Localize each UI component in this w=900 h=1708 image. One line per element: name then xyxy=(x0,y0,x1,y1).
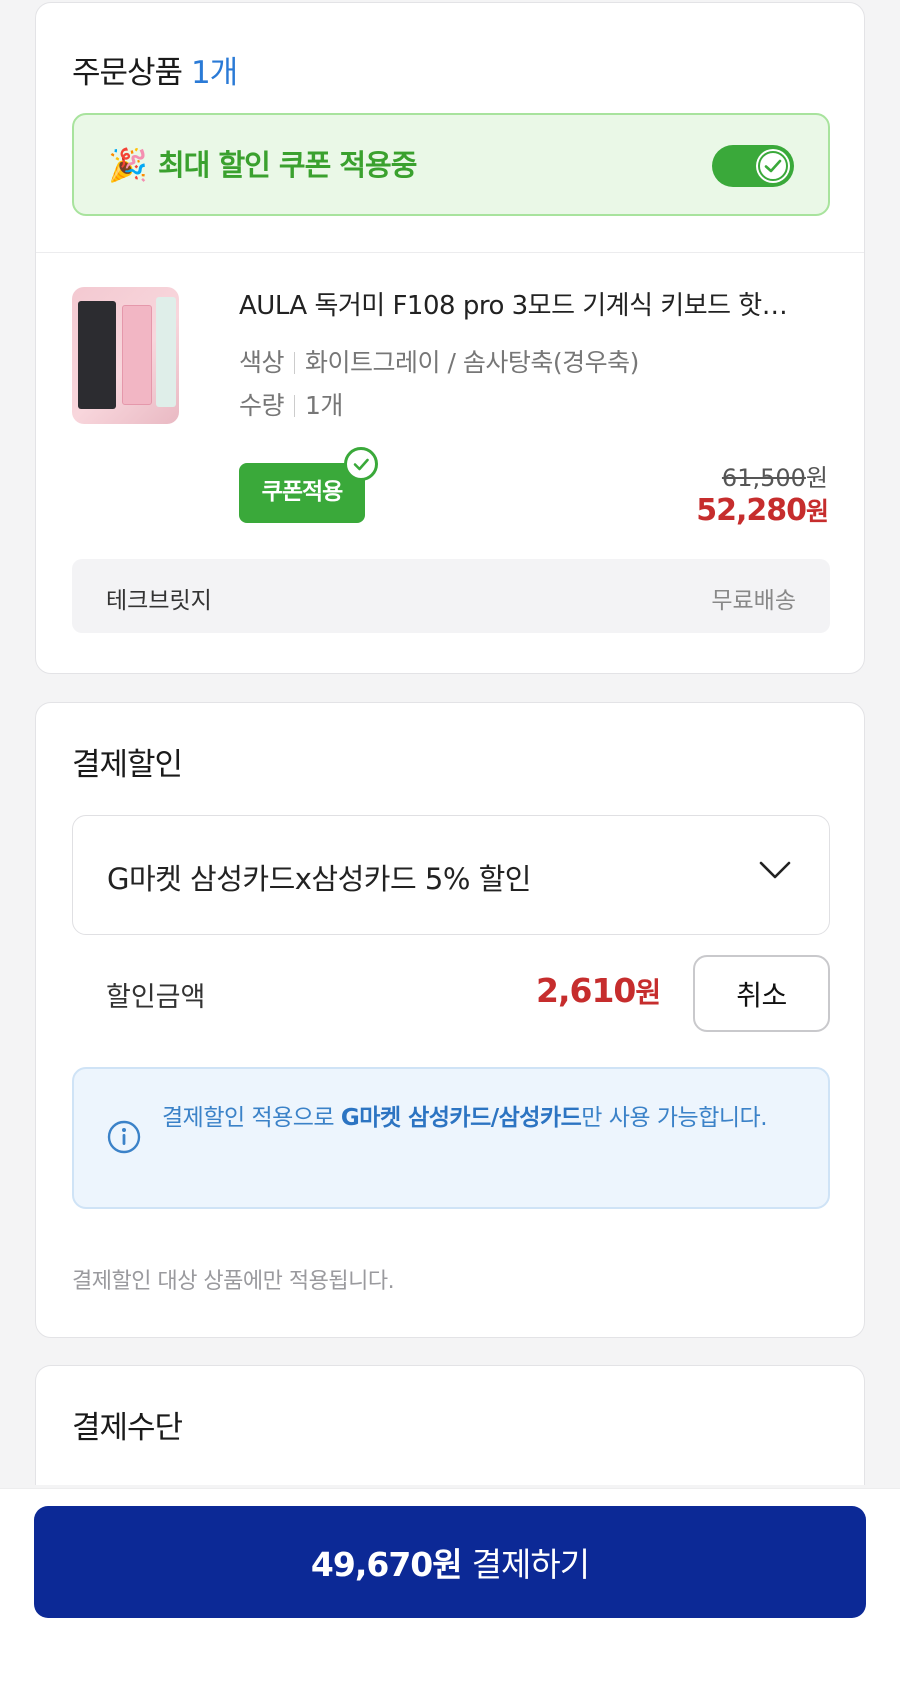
bottom-pay-bar: 49,670원 결제하기 xyxy=(0,1488,900,1708)
discount-info-box: 결제할인 적용으로 G마켓 삼성카드/삼성카드만 사용 가능합니다. xyxy=(72,1067,830,1209)
discount-info-message: 결제할인 적용으로 G마켓 삼성카드/삼성카드만 사용 가능합니다. xyxy=(162,1101,802,1135)
cancel-discount-button[interactable]: 취소 xyxy=(693,955,830,1032)
option-quantity-label: 수량 xyxy=(239,391,285,420)
chevron-down-icon xyxy=(759,861,791,879)
original-price: 61,500원 xyxy=(722,458,828,493)
order-count: 1개 xyxy=(190,55,238,91)
keyboard-black-image xyxy=(78,301,116,409)
info-text-prefix: 결제할인 적용으로 xyxy=(162,1105,341,1131)
payment-method-title: 결제수단 xyxy=(72,1410,183,1446)
divider xyxy=(36,252,864,253)
pay-button[interactable]: 49,670원 결제하기 xyxy=(34,1506,866,1618)
option-color-value: 화이트그레이 / 솜사탕축(경우축) xyxy=(305,348,639,377)
sale-price-currency: 원 xyxy=(805,497,829,526)
seller-shipping-bar: 테크브릿지 무료배송 xyxy=(72,559,830,633)
pay-amount: 49,670원 xyxy=(310,1545,463,1584)
shipping-fee: 무료배송 xyxy=(711,588,796,614)
payment-discount-card: 결제할인 G마켓 삼성카드x삼성카드 5% 할인 할인금액 2,610원 취소 … xyxy=(35,702,865,1338)
original-price-currency: 원 xyxy=(805,464,828,492)
card-discount-select[interactable]: G마켓 삼성카드x삼성카드 5% 할인 xyxy=(72,815,830,935)
option-color-label: 색상 xyxy=(239,348,285,377)
info-text-suffix: 만 사용 가능합니다. xyxy=(581,1105,768,1131)
max-coupon-text: 최대 할인 쿠폰 적용중 xyxy=(158,148,417,182)
discount-amount-currency: 원 xyxy=(635,976,661,1009)
order-items-card: 주문상품 1개 🎉 최대 할인 쿠폰 적용중 AULA 독거미 F108 pro… xyxy=(35,2,865,674)
info-text-highlight: G마켓 삼성카드/삼성카드 xyxy=(340,1105,582,1131)
max-coupon-banner: 🎉 최대 할인 쿠폰 적용중 xyxy=(72,113,830,216)
selected-discount-option: G마켓 삼성카드x삼성카드 5% 할인 xyxy=(107,862,531,896)
option-separator xyxy=(294,395,296,417)
original-price-value: 61,500 xyxy=(721,464,806,492)
option-quantity-row: 수량 1개 xyxy=(239,386,343,422)
keyboard-pink-image xyxy=(122,305,152,405)
discount-amount-label: 할인금액 xyxy=(106,982,206,1013)
order-items-title: 주문상품 1개 xyxy=(72,47,238,92)
order-title-text: 주문상품 xyxy=(72,55,183,91)
option-color-row: 색상 화이트그레이 / 솜사탕축(경우축) xyxy=(239,343,639,379)
sale-price-value: 52,280 xyxy=(696,493,807,528)
info-icon xyxy=(107,1120,141,1154)
discount-amount-value: 2,610 xyxy=(536,971,636,1010)
discount-amount: 2,610원 xyxy=(536,971,661,1011)
pay-label: 결제하기 xyxy=(471,1545,590,1584)
discount-note: 결제할인 대상 상품에만 적용됩니다. xyxy=(72,1269,395,1294)
option-separator xyxy=(294,352,296,374)
check-icon xyxy=(758,151,788,181)
product-thumbnail[interactable] xyxy=(72,287,179,424)
seller-name: 테크브릿지 xyxy=(106,588,212,614)
toggle-knob xyxy=(756,149,790,183)
payment-method-card: 결제수단 xyxy=(35,1365,865,1485)
keyboard-white-image xyxy=(156,297,176,407)
option-quantity-value: 1개 xyxy=(305,391,343,420)
sale-price: 52,280원 xyxy=(696,492,829,528)
badge-check-icon xyxy=(344,447,378,481)
payment-discount-title: 결제할인 xyxy=(72,747,183,783)
coupon-toggle[interactable] xyxy=(712,145,794,187)
product-name[interactable]: AULA 독거미 F108 pro 3모드 기계식 키보드 핫… xyxy=(239,285,829,322)
party-popper-icon: 🎉 xyxy=(108,146,148,184)
